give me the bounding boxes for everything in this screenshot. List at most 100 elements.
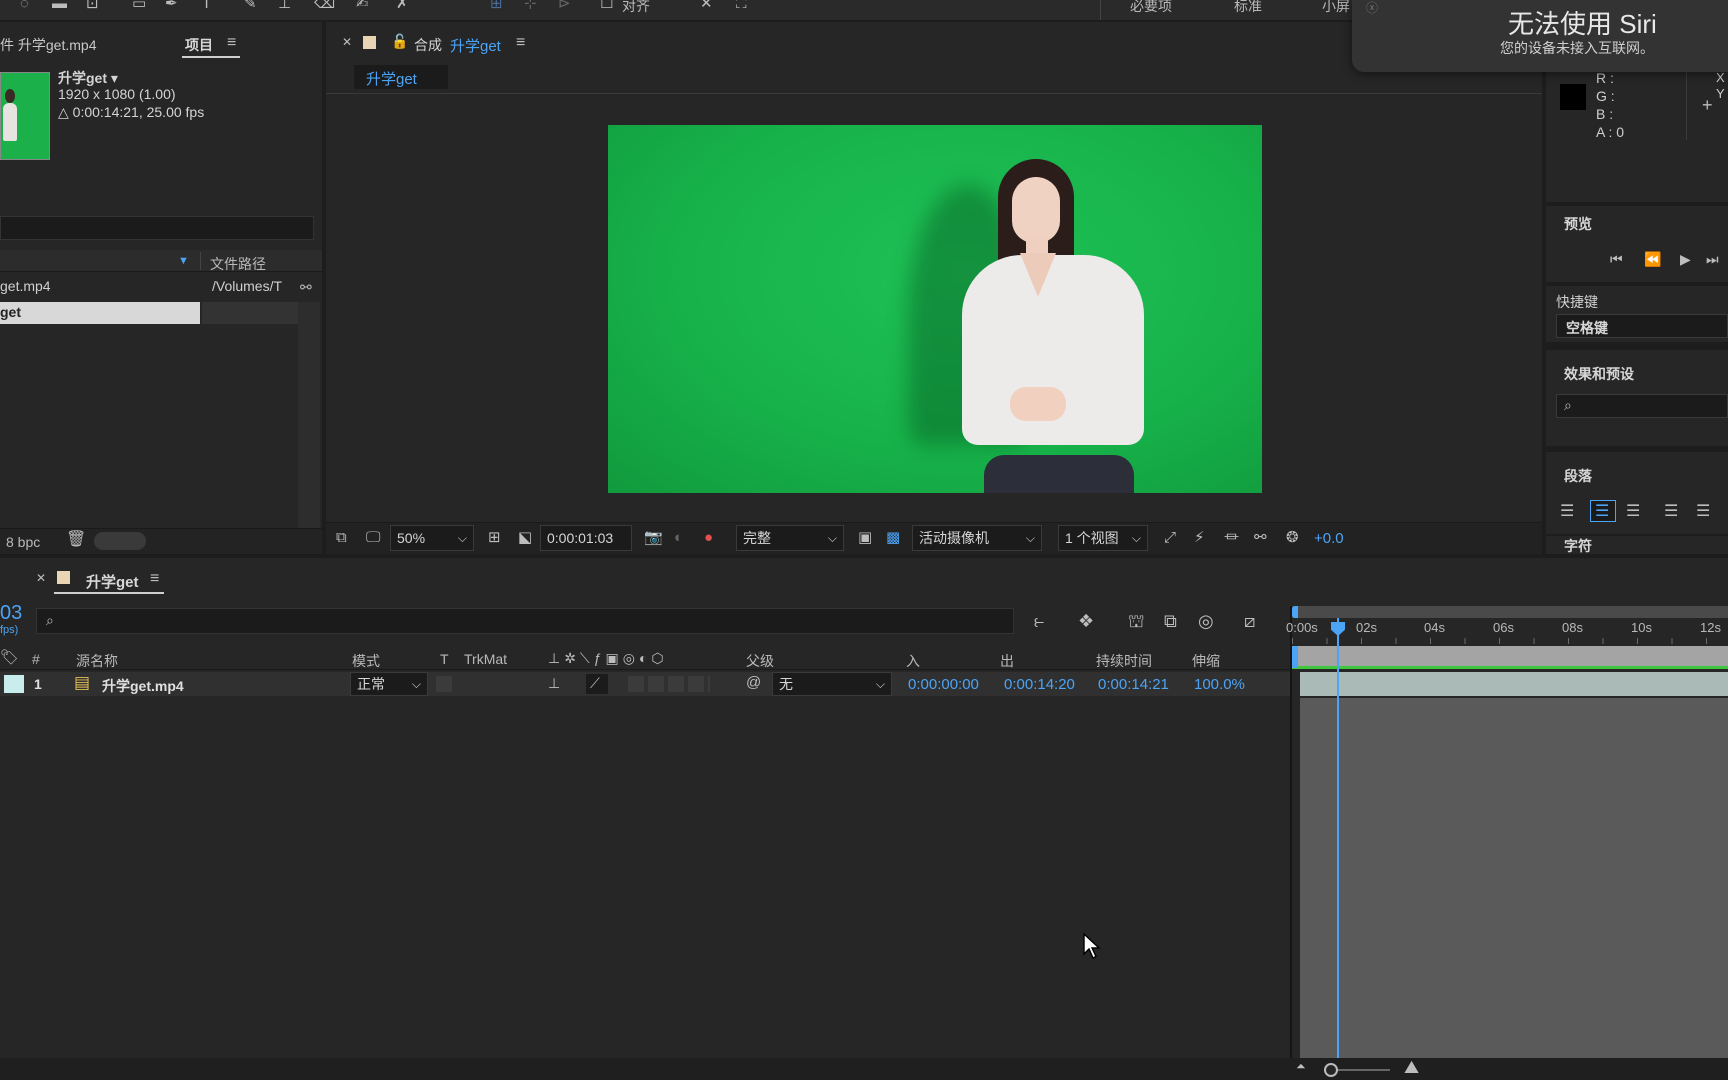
layer-duration[interactable]: 0:00:14:21 bbox=[1098, 676, 1169, 693]
mask-visibility-icon[interactable]: ⬕ bbox=[518, 530, 532, 545]
transparency-grid-icon[interactable]: ▩ bbox=[886, 530, 900, 545]
layer-out-time[interactable]: 0:00:14:20 bbox=[1004, 676, 1075, 693]
always-preview-icon[interactable]: ⧉ bbox=[336, 530, 347, 545]
composition-mini-flowchart-icon[interactable]: ⥼ bbox=[1034, 612, 1044, 630]
next-frame-icon[interactable]: ⏭ bbox=[1706, 252, 1719, 266]
rectangle-tool-icon[interactable]: ▭ bbox=[132, 0, 146, 11]
shy-layers-icon[interactable]: ⛫ bbox=[1128, 612, 1145, 630]
project-row-selected[interactable] bbox=[0, 302, 200, 324]
exposure-value[interactable]: +0.0 bbox=[1314, 530, 1344, 547]
snap-icon[interactable]: ⛶ bbox=[736, 0, 747, 11]
layer-duration-bar[interactable] bbox=[1300, 672, 1728, 696]
layer-mode-dropdown[interactable]: 正常 ⌵ bbox=[350, 672, 428, 696]
workspace-essentials[interactable]: 必要项 bbox=[1130, 0, 1172, 16]
shy-switch-icon[interactable]: ⊥ bbox=[548, 676, 560, 690]
motion-blur-icon[interactable]: ◎ bbox=[1198, 612, 1214, 630]
column-filepath[interactable]: 文件路径 bbox=[210, 254, 266, 274]
type-tool-icon[interactable]: T bbox=[202, 0, 211, 11]
project-item-name[interactable]: 升学get ▾ bbox=[58, 68, 118, 88]
fast-previews-icon[interactable]: ⚡ bbox=[1194, 530, 1205, 545]
pan-behind-tool-icon[interactable]: ⊡ bbox=[86, 0, 99, 11]
flowchart-icon[interactable]: ⚯ bbox=[1254, 530, 1267, 545]
zoom-dropdown[interactable]: 50% ⌵ bbox=[390, 525, 474, 551]
time-ruler[interactable]: 0:00s 02s 04s 06s 08s 10s 12s bbox=[1286, 618, 1728, 644]
project-scrollbar[interactable] bbox=[298, 302, 320, 554]
workspace-small-screen[interactable]: 小屏 bbox=[1322, 0, 1350, 16]
panel-menu-icon[interactable]: ≡ bbox=[150, 571, 159, 587]
close-x-icon[interactable]: ✕ bbox=[700, 0, 713, 11]
parent-pickwhip-icon[interactable]: @ bbox=[746, 675, 761, 690]
composition-tab-prefix[interactable]: 合成 bbox=[414, 35, 442, 55]
project-search-input[interactable] bbox=[0, 216, 314, 240]
timeline-tab-name[interactable]: 升学get bbox=[86, 571, 139, 592]
tab-project[interactable]: 项目 bbox=[185, 35, 213, 55]
eraser-tool-icon[interactable]: ⌫ bbox=[314, 0, 335, 11]
trash-icon[interactable]: 🗑 bbox=[66, 532, 86, 548]
workspace-standard[interactable]: 标准 bbox=[1234, 0, 1262, 16]
timeline-search-input[interactable] bbox=[36, 608, 1014, 634]
axis-view-icon[interactable]: ⊳ bbox=[558, 0, 571, 11]
safe-margins-icon[interactable]: ⊞ bbox=[488, 530, 501, 545]
lock-icon[interactable]: 🔓 bbox=[391, 34, 408, 48]
close-notification-icon[interactable]: ⓧ bbox=[1366, 2, 1378, 14]
first-frame-icon[interactable]: ⏮ bbox=[1610, 252, 1623, 266]
monitor-icon[interactable]: 🖵 bbox=[366, 530, 380, 545]
thumbnail-size-slider[interactable] bbox=[94, 532, 146, 550]
toggle-pixel-aspect-icon[interactable]: ⤢ bbox=[1164, 530, 1176, 545]
graph-editor-icon[interactable]: ⧄ bbox=[1244, 612, 1255, 630]
layer-in-time[interactable]: 0:00:00:00 bbox=[908, 676, 979, 693]
parent-dropdown[interactable]: 无 ⌵ bbox=[772, 672, 892, 696]
pen-tool-icon[interactable]: ✒ bbox=[165, 0, 178, 11]
sort-arrow-icon[interactable]: ▼ bbox=[178, 256, 189, 267]
preserve-transparency-checkbox[interactable] bbox=[436, 676, 452, 692]
column-source-name[interactable]: 源名称 bbox=[76, 651, 118, 671]
align-right-icon[interactable]: ☰ bbox=[1626, 504, 1640, 520]
layer-name[interactable]: 升学get.mp4 bbox=[102, 676, 184, 696]
axis-local-icon[interactable]: ⊞ bbox=[490, 0, 503, 11]
align-left-icon[interactable]: ☰ bbox=[1560, 504, 1574, 520]
align-checkbox-icon[interactable]: ☐ bbox=[600, 0, 613, 11]
work-area-start-handle[interactable] bbox=[1292, 606, 1298, 618]
siri-notification[interactable]: ⓧ 无法使用 Siri 您的设备未接入互联网。 bbox=[1352, 0, 1728, 72]
camera-dropdown[interactable]: 活动摄像机 ⌵ bbox=[912, 525, 1042, 551]
panel-menu-icon[interactable]: ≡ bbox=[227, 35, 236, 51]
play-icon[interactable]: ▶ bbox=[1680, 252, 1691, 266]
frame-blending-icon[interactable]: ⧉ bbox=[1164, 612, 1177, 630]
draft-3d-icon[interactable]: ❖ bbox=[1078, 612, 1094, 630]
label-tag-icon[interactable]: 🏷 bbox=[0, 650, 19, 665]
comp-start-marker[interactable] bbox=[1292, 646, 1298, 668]
bpc-label[interactable]: 8 bpc bbox=[6, 534, 40, 550]
panel-menu-icon[interactable]: ≡ bbox=[516, 35, 525, 51]
composition-viewer[interactable] bbox=[608, 125, 1262, 493]
layer-switch-boxes[interactable] bbox=[628, 676, 710, 692]
roto-brush-tool-icon[interactable]: ✍ bbox=[356, 0, 369, 11]
project-row-name[interactable]: get.mp4 bbox=[0, 278, 51, 294]
zoom-in-mountain-icon[interactable]: ⛰ bbox=[1404, 1058, 1419, 1076]
close-tab-icon[interactable]: ✕ bbox=[36, 572, 46, 584]
timeline-current-time[interactable]: 03 bbox=[0, 602, 22, 625]
layer-label-color[interactable] bbox=[4, 675, 24, 693]
puppet-tool-icon[interactable]: ✗ bbox=[396, 0, 409, 11]
snapshot-camera-icon[interactable]: 📷 bbox=[644, 530, 663, 545]
composition-tab-name[interactable]: 升学get bbox=[450, 35, 501, 56]
work-area-bar[interactable] bbox=[1292, 606, 1728, 618]
justify-center-icon[interactable]: ☰ bbox=[1696, 504, 1710, 520]
lasso-tool-icon[interactable]: ◌ bbox=[20, 0, 29, 11]
camera-tool-icon[interactable]: ▬ bbox=[52, 0, 67, 11]
region-of-interest-icon[interactable]: ▣ bbox=[858, 530, 872, 545]
previous-frame-icon[interactable]: ⏪ bbox=[1644, 252, 1661, 266]
zoom-out-mountain-icon[interactable]: ⏶ bbox=[1296, 1060, 1306, 1072]
justify-left-icon[interactable]: ☰ bbox=[1664, 504, 1678, 520]
color-channels-icon[interactable]: ● bbox=[704, 530, 713, 545]
views-dropdown[interactable]: 1 个视图 ⌵ bbox=[1058, 525, 1148, 551]
zoom-slider-thumb[interactable] bbox=[1324, 1063, 1338, 1077]
resolution-dropdown[interactable]: 完整 ⌵ bbox=[736, 525, 844, 551]
brush-tool-icon[interactable]: ✎ bbox=[244, 0, 257, 11]
close-tab-icon[interactable]: ✕ bbox=[342, 36, 352, 48]
show-snapshot-icon[interactable]: ◐ bbox=[674, 530, 683, 545]
current-time-field[interactable]: 0:00:01:03 bbox=[540, 525, 632, 551]
reset-exposure-icon[interactable]: ❂ bbox=[1286, 530, 1299, 545]
stamp-tool-icon[interactable]: ⊥ bbox=[278, 0, 291, 11]
axis-world-icon[interactable]: ⊹ bbox=[524, 0, 537, 11]
timeline-icon[interactable]: ⏛ bbox=[1224, 530, 1239, 545]
